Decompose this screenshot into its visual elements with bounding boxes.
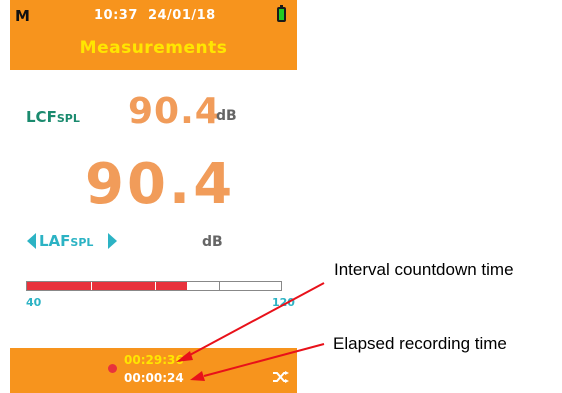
interval-callout-line xyxy=(187,282,325,357)
elapsed-callout-line xyxy=(203,343,325,377)
interval-callout-label: Interval countdown time xyxy=(334,260,514,279)
elapsed-callout-label: Elapsed recording time xyxy=(333,334,507,353)
elapsed-callout-arrowhead xyxy=(190,371,205,381)
interval-callout-arrowhead xyxy=(176,351,193,362)
